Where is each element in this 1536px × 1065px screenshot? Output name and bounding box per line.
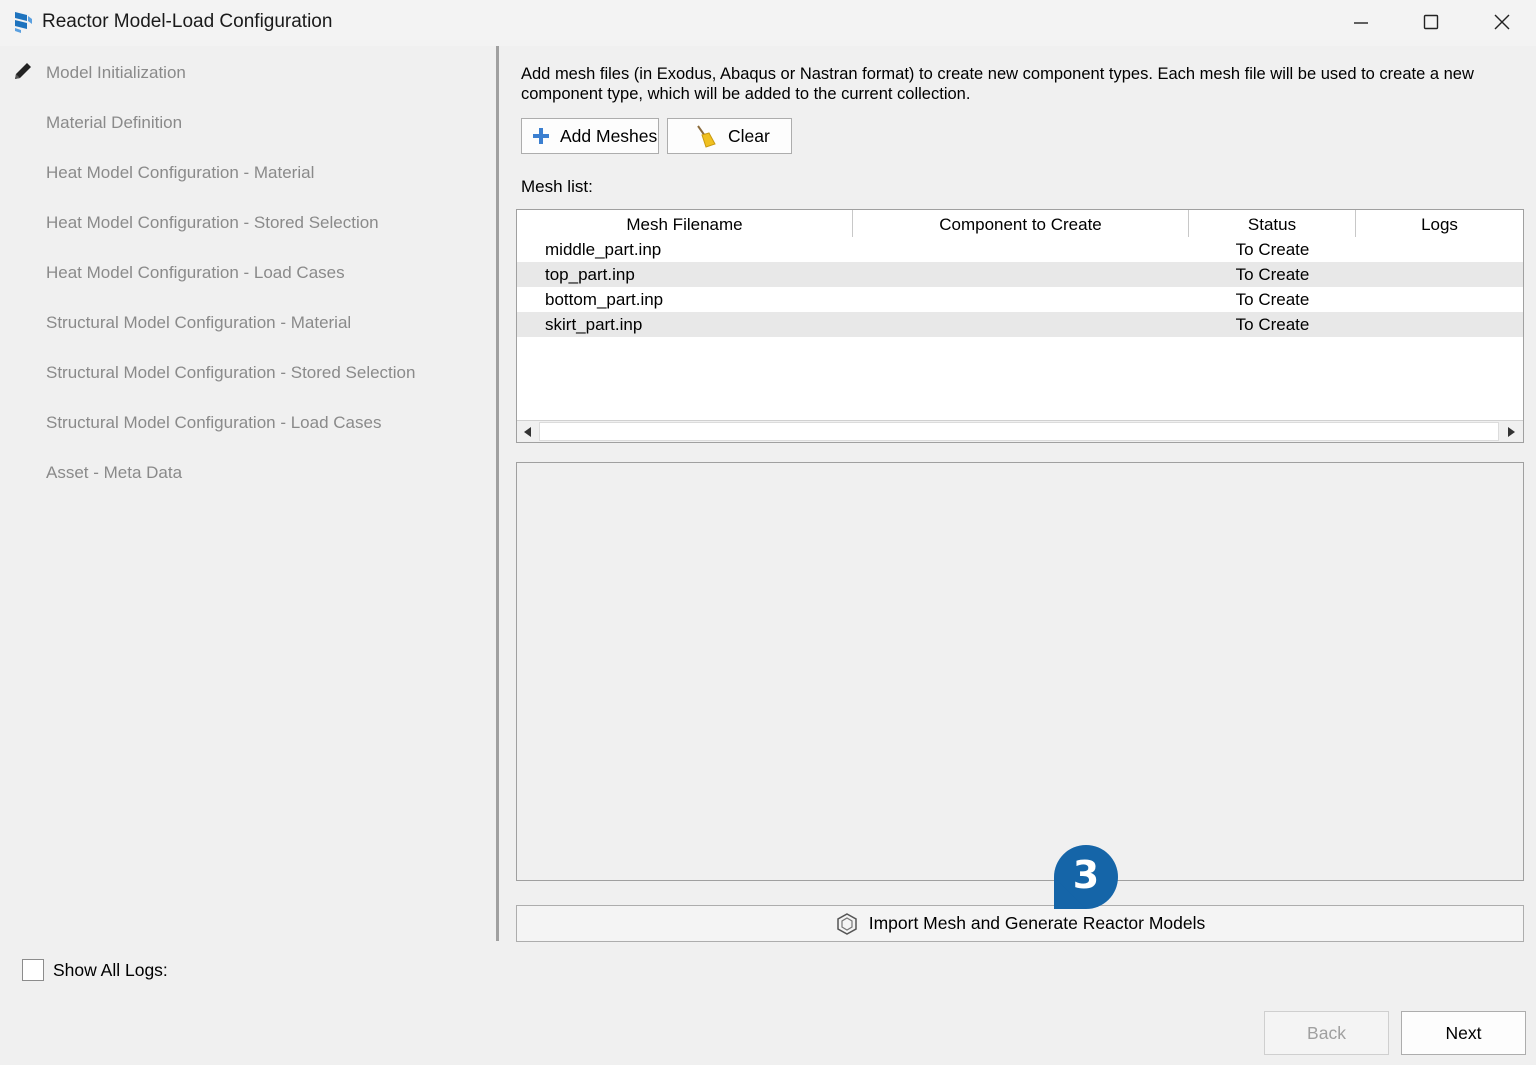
next-button[interactable]: Next: [1401, 1011, 1526, 1055]
table-row[interactable]: skirt_part.inp To Create: [517, 312, 1523, 337]
add-meshes-button[interactable]: Add Meshes: [521, 118, 659, 154]
cell-filename: top_part.inp: [545, 265, 635, 284]
import-generate-button[interactable]: Import Mesh and Generate Reactor Models: [516, 905, 1524, 942]
arrow-right-icon: [1508, 427, 1515, 437]
scroll-right-button[interactable]: [1501, 422, 1521, 442]
table-row[interactable]: top_part.inp To Create: [517, 262, 1523, 287]
back-button[interactable]: Back: [1264, 1011, 1389, 1055]
column-header-mesh-filename[interactable]: Mesh Filename: [517, 210, 853, 237]
nav-item-heat-load-cases[interactable]: Heat Model Configuration - Load Cases: [46, 263, 345, 283]
cell-component: [853, 312, 1189, 337]
nav-item-asset-meta-data[interactable]: Asset - Meta Data: [46, 463, 182, 483]
cell-filename: bottom_part.inp: [545, 290, 664, 309]
arrow-left-icon: [524, 427, 531, 437]
cell-filename: skirt_part.inp: [545, 315, 643, 334]
table-header: Mesh Filename Component to Create Status…: [517, 210, 1523, 237]
scroll-thumb[interactable]: [539, 422, 1499, 441]
plus-icon: [533, 128, 549, 144]
column-header-component[interactable]: Component to Create: [853, 210, 1189, 237]
cell-component: [853, 237, 1189, 262]
nav-item-model-initialization[interactable]: Model Initialization: [46, 63, 186, 83]
mesh-list-label: Mesh list:: [521, 177, 593, 196]
scroll-left-button[interactable]: [518, 422, 538, 442]
pencil-icon: [15, 63, 31, 79]
import-generate-label: Import Mesh and Generate Reactor Models: [868, 913, 1206, 933]
wizard-step-list: Model Initialization Material Definition…: [0, 46, 496, 941]
close-icon: [1494, 14, 1510, 30]
cell-logs: [1356, 287, 1523, 312]
cell-status: To Create: [1235, 265, 1310, 284]
show-all-logs-label: Show All Logs:: [53, 960, 168, 980]
maximize-icon: [1423, 14, 1439, 30]
nav-item-structural-material[interactable]: Structural Model Configuration - Materia…: [46, 313, 351, 333]
nav-item-heat-stored-selection[interactable]: Heat Model Configuration - Stored Select…: [46, 213, 379, 233]
cell-logs: [1356, 312, 1523, 337]
minimize-button[interactable]: [1326, 0, 1396, 44]
column-header-status[interactable]: Status: [1189, 210, 1356, 237]
cell-filename: middle_part.inp: [545, 240, 662, 259]
splitter-handle[interactable]: [496, 46, 499, 941]
minimize-icon: [1354, 22, 1368, 24]
clear-button[interactable]: Clear: [667, 118, 792, 154]
nav-item-structural-stored-selection[interactable]: Structural Model Configuration - Stored …: [46, 363, 415, 383]
nav-item-structural-load-cases[interactable]: Structural Model Configuration - Load Ca…: [46, 413, 381, 433]
window-title: Reactor Model-Load Configuration: [42, 11, 333, 32]
cell-component: [853, 262, 1189, 287]
cell-status: To Create: [1235, 315, 1310, 334]
column-header-logs[interactable]: Logs: [1356, 210, 1523, 237]
table-row[interactable]: middle_part.inp To Create: [517, 237, 1523, 262]
horizontal-scrollbar[interactable]: [517, 420, 1523, 442]
cell-status: To Create: [1235, 290, 1310, 309]
add-meshes-label: Add Meshes: [560, 125, 658, 146]
clear-label: Clear: [728, 125, 770, 146]
app-logo-icon: [15, 12, 32, 33]
hexagon-icon: [836, 912, 857, 935]
cell-logs: [1356, 262, 1523, 287]
instructions-text: Add mesh files (in Exodus, Abaqus or Nas…: [521, 65, 1474, 103]
broom-icon: [697, 125, 716, 148]
title-bar: Reactor Model-Load Configuration: [0, 0, 1536, 46]
log-output-panel: [516, 462, 1524, 881]
table-row[interactable]: bottom_part.inp To Create: [517, 287, 1523, 312]
close-button[interactable]: [1467, 0, 1536, 44]
mesh-table: Mesh Filename Component to Create Status…: [516, 209, 1524, 443]
maximize-button[interactable]: [1396, 0, 1466, 44]
step-badge: 3: [1072, 853, 1100, 897]
cell-logs: [1356, 237, 1523, 262]
cell-status: To Create: [1235, 240, 1310, 259]
nav-item-heat-material[interactable]: Heat Model Configuration - Material: [46, 163, 314, 183]
show-all-logs-checkbox[interactable]: [22, 959, 44, 981]
nav-item-material-definition[interactable]: Material Definition: [46, 113, 182, 133]
cell-component: [853, 287, 1189, 312]
